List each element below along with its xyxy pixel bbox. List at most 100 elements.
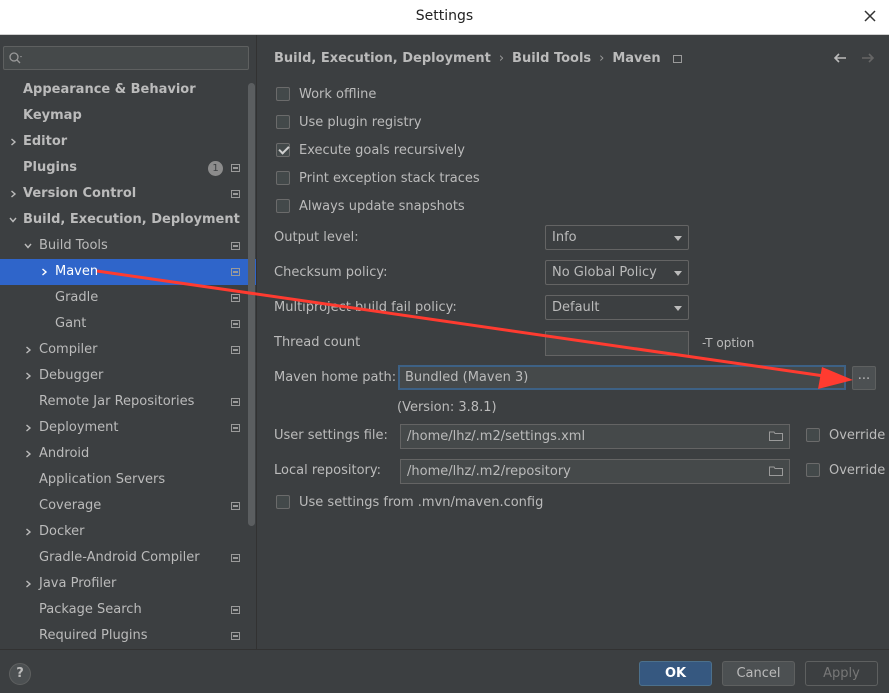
chevron-down-icon	[674, 236, 682, 241]
project-scope-icon	[231, 502, 240, 510]
sidebar-item[interactable]: Plugins 1	[0, 155, 256, 181]
chevron-right-icon[interactable]	[22, 519, 34, 545]
sidebar-item[interactable]: Appearance & Behavior	[0, 77, 256, 103]
sidebar-item[interactable]: Coverage	[0, 493, 256, 519]
folder-icon[interactable]	[769, 466, 783, 476]
cancel-button[interactable]: Cancel	[722, 661, 795, 686]
use-mvn-config-checkbox[interactable]: Use settings from .mvn/maven.config	[276, 492, 543, 512]
chevron-down-icon[interactable]	[22, 233, 34, 259]
chevron-right-icon[interactable]	[22, 363, 34, 389]
local-repository-input[interactable]: /home/lhz/.m2/repository	[400, 459, 790, 484]
always-update-snapshots-checkbox[interactable]: Always update snapshots	[276, 196, 465, 216]
checkbox-label: Override	[829, 462, 886, 478]
sidebar-item[interactable]: Remote Jar Repositories	[0, 389, 256, 415]
checkbox-box[interactable]	[276, 171, 290, 185]
checkbox-box[interactable]	[276, 199, 290, 213]
sidebar-item[interactable]: Editor	[0, 129, 256, 155]
checkbox-label: Work offline	[299, 86, 377, 102]
checkbox-label: Use settings from .mvn/maven.config	[299, 494, 544, 510]
thread-count-input[interactable]	[545, 331, 689, 356]
chevron-right-icon[interactable]	[7, 181, 19, 207]
sidebar-item[interactable]: Android	[0, 441, 256, 467]
sidebar-item[interactable]: Maven	[0, 259, 256, 285]
checksum-policy-label: Checksum policy:	[274, 265, 388, 280]
back-arrow-icon[interactable]	[832, 50, 848, 66]
sidebar-item-label: Gant	[55, 316, 87, 331]
chevron-right-icon[interactable]	[38, 259, 50, 285]
checkbox-box[interactable]	[276, 495, 290, 509]
checkbox-label: Print exception stack traces	[299, 170, 480, 186]
checkbox-label: Override	[829, 427, 886, 443]
breadcrumb-item[interactable]: Build Tools	[512, 51, 591, 66]
chevron-right-icon[interactable]	[22, 337, 34, 363]
ok-button[interactable]: OK	[639, 661, 712, 686]
sidebar-item[interactable]: Deployment	[0, 415, 256, 441]
checksum-policy-select[interactable]: No Global Policy	[545, 260, 689, 285]
project-scope-icon	[231, 424, 240, 432]
close-icon[interactable]	[861, 7, 879, 25]
local-repository-override-checkbox[interactable]: Override	[806, 460, 885, 480]
checkbox-label: Use plugin registry	[299, 114, 422, 130]
sidebar-item-label: Docker	[39, 524, 85, 539]
checkbox-box[interactable]	[276, 143, 290, 157]
use-plugin-registry-checkbox[interactable]: Use plugin registry	[276, 112, 422, 132]
browse-maven-home-button[interactable]: ...	[852, 366, 876, 390]
project-scope-icon	[231, 554, 240, 562]
sidebar-item[interactable]: Keymap	[0, 103, 256, 129]
checkbox-label: Execute goals recursively	[299, 142, 465, 158]
sidebar-item[interactable]: Application Servers	[0, 467, 256, 493]
sidebar-item[interactable]: Gradle	[0, 285, 256, 311]
update-count-badge: 1	[208, 161, 223, 176]
sidebar-item-label: Debugger	[39, 368, 104, 383]
folder-icon[interactable]	[769, 431, 783, 441]
checkbox-box[interactable]	[806, 463, 820, 477]
apply-button[interactable]: Apply	[805, 661, 878, 686]
sidebar-item[interactable]: Docker	[0, 519, 256, 545]
chevron-down-icon[interactable]	[7, 207, 19, 233]
forward-arrow-icon[interactable]	[860, 50, 876, 66]
sidebar-item[interactable]: Build Tools	[0, 233, 256, 259]
select-value: Info	[552, 230, 577, 245]
checkbox-box[interactable]	[276, 115, 290, 129]
chevron-right-icon[interactable]	[7, 129, 19, 155]
checkbox-box[interactable]	[806, 428, 820, 442]
chevron-right-icon[interactable]	[22, 441, 34, 467]
sidebar-item[interactable]: Required Plugins	[0, 623, 256, 649]
project-scope-icon	[231, 294, 240, 302]
output-level-select[interactable]: Info	[545, 225, 689, 250]
breadcrumb-item[interactable]: Build, Execution, Deployment	[274, 51, 491, 66]
help-button[interactable]: ?	[9, 663, 31, 685]
sidebar-item-label: Gradle-Android Compiler	[39, 550, 200, 565]
maven-home-input[interactable]: Bundled (Maven 3)	[398, 365, 846, 390]
sidebar-item[interactable]: Gant	[0, 311, 256, 337]
execute-goals-recursively-checkbox[interactable]: Execute goals recursively	[276, 140, 465, 160]
sidebar-item[interactable]: Java Profiler	[0, 571, 256, 597]
project-scope-icon	[231, 268, 240, 276]
sidebar-item[interactable]: Build, Execution, Deployment	[0, 207, 256, 233]
sidebar-item[interactable]: Version Control	[0, 181, 256, 207]
checkbox-box[interactable]	[276, 87, 290, 101]
window-titlebar: Settings	[0, 0, 889, 35]
sidebar-item[interactable]: Gradle-Android Compiler	[0, 545, 256, 571]
chevron-down-icon	[674, 271, 682, 276]
input-value: /home/lhz/.m2/settings.xml	[407, 429, 586, 444]
thread-count-label: Thread count	[274, 335, 361, 350]
search-input[interactable]	[3, 46, 249, 70]
thread-count-hint: -T option	[702, 336, 755, 350]
sidebar-scrollbar[interactable]	[248, 83, 255, 526]
sidebar-item[interactable]: Package Search	[0, 597, 256, 623]
project-scope-icon	[231, 320, 240, 328]
input-value: /home/lhz/.m2/repository	[407, 464, 571, 479]
chevron-right-icon[interactable]	[22, 571, 34, 597]
chevron-right-icon[interactable]	[22, 415, 34, 441]
user-settings-input[interactable]: /home/lhz/.m2/settings.xml	[400, 424, 790, 449]
user-settings-override-checkbox[interactable]: Override	[806, 425, 885, 445]
maven-settings-panel: Build, Execution, Deployment › Build Tools…	[258, 35, 889, 649]
sidebar-item[interactable]: Debugger	[0, 363, 256, 389]
sidebar-item[interactable]: Compiler	[0, 337, 256, 363]
breadcrumb-separator-icon: ›	[498, 51, 505, 66]
fail-policy-select[interactable]: Default	[545, 295, 689, 320]
sidebar-item-label: Build, Execution, Deployment	[23, 212, 240, 227]
work-offline-checkbox[interactable]: Work offline	[276, 84, 376, 104]
print-exception-stack-traces-checkbox[interactable]: Print exception stack traces	[276, 168, 480, 188]
